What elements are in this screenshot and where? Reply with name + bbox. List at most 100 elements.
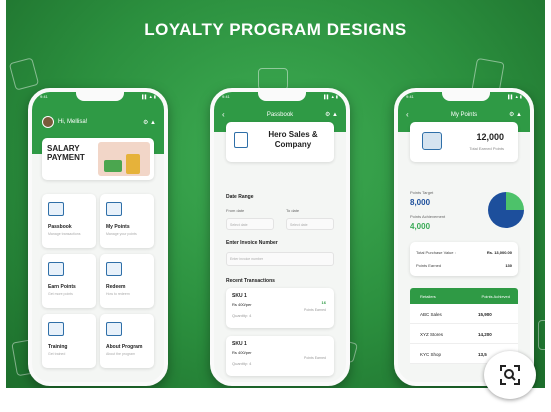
status-time: 9:41 [406, 94, 414, 99]
salary-banner-text: SALARY PAYMENT [47, 144, 85, 162]
tile-sublabel: About the program [106, 352, 135, 356]
column-header: Points Achieved [481, 294, 510, 299]
table-row[interactable]: ABC Sales 15,900 [410, 304, 518, 324]
phone-notch [258, 92, 306, 101]
total-points-value: 12,000 [476, 132, 504, 142]
tile-about-program[interactable]: About Program About the program [100, 314, 154, 368]
sku-quantity: Quantity: 4 [232, 313, 252, 318]
points-pie-chart [488, 192, 524, 228]
sku-price: Rs 400/per [232, 302, 252, 307]
tile-label: Earn Points [48, 284, 76, 290]
total-points-label: Total Earned Points [469, 146, 504, 151]
tile-sublabel: Get trained [48, 352, 66, 356]
status-time: 9:41 [222, 94, 230, 99]
retailer-name: KYC Shop [420, 352, 442, 357]
purchase-value: Rs. 13,000.00 [486, 250, 512, 255]
tile-sublabel: Get more points [48, 292, 73, 296]
from-date-label: From date [226, 208, 245, 213]
points-achievement-label: Points Achievement [410, 214, 446, 219]
tile-label: Training [48, 344, 68, 350]
money-icon [104, 160, 122, 172]
tile-label: Passbook [48, 224, 72, 230]
column-header: Retailers [420, 294, 436, 299]
salary-banner[interactable]: SALARY PAYMENT [42, 138, 154, 180]
invoice-label: Enter Invoice Number [226, 240, 278, 246]
tile-sublabel: How to redeem [106, 292, 130, 296]
sketch-icon-id-card [8, 57, 40, 91]
recent-transactions-label: Recent Transactions [226, 278, 275, 284]
sketch-icon-card [538, 320, 545, 350]
invoice-input[interactable]: Enter invoice number [226, 252, 334, 266]
tile-label: My Points [106, 224, 130, 230]
status-icons: ▌▌ ▲ ▮ [507, 94, 522, 99]
phone-my-points-screen: 9:41 ▌▌ ▲ ▮ ‹ My Points ⚙ ▲ 12,000 Total… [394, 88, 534, 386]
tile-label: About Program [106, 344, 143, 350]
tile-passbook[interactable]: Passbook Manage transactions [42, 194, 96, 248]
about-icon [106, 322, 122, 336]
tile-sublabel: Manage transactions [48, 232, 81, 236]
phone-passbook-screen: 9:41 ▌▌ ▲ ▮ ‹ Passbook ⚙ ▲ Hero Sales & … [210, 88, 350, 386]
date-range-label: Date Range [226, 194, 254, 200]
retailer-name: XYZ Stores [420, 332, 444, 337]
retailer-points: 13,5 [478, 352, 487, 357]
retailer-points: 14,200 [478, 332, 492, 337]
avatar[interactable] [42, 116, 54, 128]
transaction-card[interactable]: SKU 1 Rs 400/per Quantity: 4 Points Earn… [226, 336, 334, 376]
redeem-icon [106, 262, 122, 276]
visual-search-button[interactable] [484, 351, 536, 399]
tile-training[interactable]: Training Get trained [42, 314, 96, 368]
company-card: Hero Sales & Company [226, 122, 334, 162]
lens-search-icon [500, 365, 520, 385]
points-target-value: 8,000 [410, 198, 431, 207]
notification-icon[interactable]: ⚙ ▲ [143, 119, 156, 126]
transaction-card[interactable]: SKU 1 Rs 400/per Quantity: 4 16 Points E… [226, 288, 334, 328]
purchase-summary-card: Total Purchase Value : Rs. 13,000.00 Poi… [410, 242, 518, 276]
passbook-icon [234, 132, 248, 148]
to-date-field[interactable]: Select date [286, 218, 334, 230]
greeting-text: Hi, Mellisa! [58, 119, 88, 125]
passbook-icon [48, 202, 64, 216]
status-time: 9:41 [40, 94, 48, 99]
retailers-table-header: Retailers Points Achieved [410, 288, 518, 304]
phone-notch [76, 92, 124, 101]
notification-icon[interactable]: ⚙ ▲ [325, 111, 338, 118]
points-earned-label: Points Earned [416, 263, 442, 268]
total-points-card: 12,000 Total Earned Points [410, 122, 518, 162]
points-achievement-value: 4,000 [410, 222, 431, 231]
earn-icon [48, 262, 64, 276]
training-icon [48, 322, 64, 336]
status-icons: ▌▌ ▲ ▮ [323, 94, 338, 99]
points-earned-label: Points Earned [304, 308, 326, 312]
tile-my-points[interactable]: My Points Manage your points [100, 194, 154, 248]
retailer-name: ABC Sales [420, 312, 442, 317]
points-value: 16 [321, 300, 326, 305]
purchase-label: Total Purchase Value : [416, 250, 456, 255]
notification-icon[interactable]: ⚙ ▲ [509, 111, 522, 118]
tile-label: Redeem [106, 284, 126, 290]
calculator-icon [126, 154, 140, 174]
retailer-points: 15,900 [478, 312, 492, 317]
sku-price: Rs 400/per [232, 350, 252, 355]
tile-redeem[interactable]: Redeem How to redeem [100, 254, 154, 308]
to-date-label: To date [286, 208, 300, 213]
phone-home-screen: 9:41 ▌▌ ▲ ▮ Hi, Mellisa! ⚙ ▲ SALARY PAYM… [28, 88, 168, 386]
points-icon [106, 202, 122, 216]
banner: LOYALTY PROGRAM DESIGNS 9:41 ▌▌ ▲ ▮ Hi, … [6, 0, 545, 388]
sketch-icon-wallet [258, 68, 288, 90]
points-target-label: Points Target [410, 190, 434, 195]
table-row[interactable]: XYZ Stores 14,200 [410, 324, 518, 344]
sku-label: SKU 1 [232, 341, 247, 347]
company-name: Hero Sales & Company [268, 130, 318, 149]
tile-sublabel: Manage your points [106, 232, 137, 236]
from-date-field[interactable]: Select date [226, 218, 274, 230]
points-earned-label: Points Earned [304, 356, 326, 360]
page-title: LOYALTY PROGRAM DESIGNS [144, 20, 407, 39]
phone-notch [442, 92, 490, 101]
points-earned-value: 130 [505, 263, 512, 268]
tile-earn-points[interactable]: Earn Points Get more points [42, 254, 96, 308]
salary-illustration [98, 142, 150, 176]
sku-label: SKU 1 [232, 293, 247, 299]
coins-icon [422, 132, 442, 150]
sku-quantity: Quantity: 4 [232, 361, 252, 366]
status-icons: ▌▌ ▲ ▮ [141, 94, 156, 99]
